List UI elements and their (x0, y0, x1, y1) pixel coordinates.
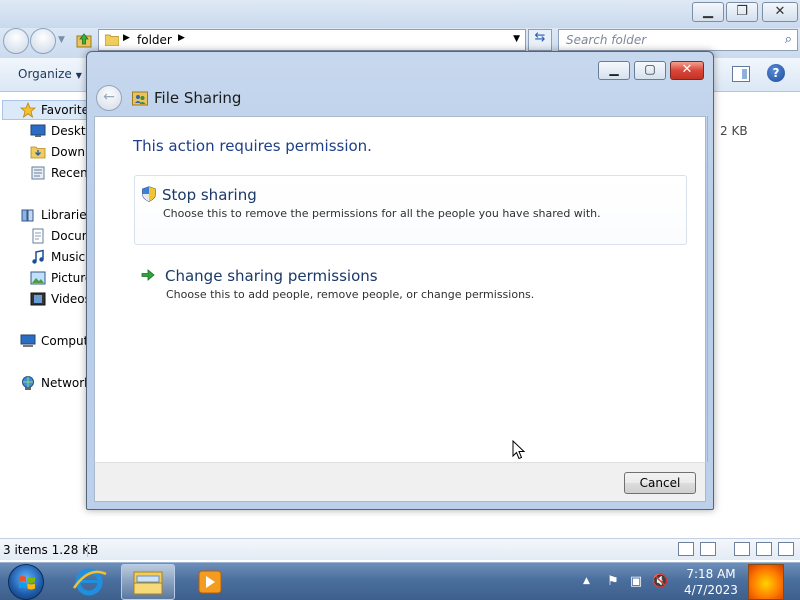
action-center-flag-icon[interactable]: ⚑ (605, 574, 621, 590)
maximize-icon: ▢ (644, 62, 656, 76)
folder-library-icon (133, 571, 163, 595)
stop-sharing-title: Stop sharing (162, 186, 257, 204)
computer-icon (20, 334, 36, 347)
dialog-content: This action requires permission. Stop sh… (94, 116, 706, 462)
back-arrow-icon: ← (103, 89, 115, 105)
file-size-cell: 2 KB (720, 124, 748, 138)
desktop-icon (30, 124, 46, 137)
user-flower-thumbnail[interactable] (748, 564, 784, 600)
address-dropdown-icon[interactable]: ▼ (513, 34, 520, 44)
navigation-pane: Favorites Deskto Downl Recent Libraries … (0, 92, 95, 537)
nav-label: Downl (51, 145, 89, 159)
change-sharing-permissions-command-link[interactable]: Change sharing permissions Choose this t… (134, 257, 687, 327)
explorer-minimize-button[interactable]: ▁ (692, 2, 724, 22)
start-button[interactable] (8, 564, 44, 600)
show-hidden-icons-icon[interactable]: ▲ (583, 576, 590, 586)
clock-date: 4/7/2023 (684, 583, 738, 597)
minimize-icon: ▁ (703, 4, 713, 19)
search-input[interactable]: Search folder ⌕ (558, 29, 798, 51)
taskbar-internet-explorer[interactable] (62, 564, 116, 600)
dialog-titlebar: ▁ ▢ ✕ ← File Sharing (87, 52, 713, 116)
details-view-icon[interactable] (678, 542, 694, 556)
clock-time: 7:18 AM (686, 567, 736, 581)
media-player-icon (198, 570, 222, 594)
nav-label: Network (41, 376, 92, 390)
address-bar[interactable]: ▶ folder ▶ ▼ (98, 29, 526, 51)
forward-button[interactable] (30, 28, 56, 54)
status-divider (87, 543, 88, 557)
volume-muted-icon[interactable]: 🔇 (652, 574, 668, 590)
nav-label: Videos (51, 292, 91, 306)
dialog-maximize-button[interactable]: ▢ (634, 61, 666, 80)
restore-icon: ❐ (736, 4, 748, 19)
star-icon (20, 102, 36, 118)
status-summary: 3 items 1.28 KB (3, 543, 99, 557)
search-icon: ⌕ (784, 32, 792, 47)
refresh-icon: ⇆ (534, 30, 546, 45)
nav-label: Music (51, 250, 86, 264)
recent-pages-dropdown-icon[interactable]: ▼ (58, 35, 65, 45)
dialog-back-button[interactable]: ← (96, 85, 122, 111)
dialog-edge-line (707, 116, 708, 462)
details-pane-icon[interactable] (778, 542, 794, 556)
dialog-footer: Cancel (94, 462, 706, 502)
pictures-icon (30, 271, 46, 285)
system-clock[interactable]: 7:18 AM 4/7/2023 (680, 566, 742, 598)
back-button[interactable] (3, 28, 29, 54)
preview-pane-icon[interactable] (756, 542, 772, 556)
taskbar: ▲ ⚑ ▣ 🔇 7:18 AM 4/7/2023 (0, 562, 800, 600)
organize-menu-button[interactable]: Organize ▼ (18, 67, 82, 81)
close-icon: ✕ (681, 62, 693, 77)
explorer-close-button[interactable]: ✕ (762, 2, 798, 22)
refresh-button[interactable]: ⇆ (528, 29, 552, 51)
up-folder-icon[interactable] (76, 32, 92, 48)
cancel-button[interactable]: Cancel (624, 472, 696, 494)
change-permissions-title: Change sharing permissions (165, 267, 378, 285)
change-permissions-description: Choose this to add people, remove people… (166, 288, 535, 301)
explorer-maximize-button[interactable]: ❐ (726, 2, 758, 22)
nav-label: Comput (41, 334, 89, 348)
windows-logo-icon (19, 576, 35, 590)
music-icon (32, 249, 44, 264)
recent-places-icon (31, 166, 45, 180)
dialog-main-instruction: This action requires permission. (133, 137, 372, 155)
folder-icon (105, 34, 119, 46)
stop-sharing-command-link[interactable]: Stop sharing Choose this to remove the p… (134, 175, 687, 245)
dialog-title: File Sharing (154, 89, 242, 107)
videos-icon (30, 292, 46, 306)
preview-pane-button[interactable] (732, 66, 750, 82)
dialog-close-button[interactable]: ✕ (670, 61, 704, 80)
breadcrumb-chevron-icon[interactable]: ▶ (178, 33, 185, 43)
minimize-icon: ▁ (609, 62, 619, 76)
layout-pane-icon[interactable] (734, 542, 750, 556)
explorer-titlebar: ▁ ❐ ✕ (0, 0, 800, 28)
internet-explorer-icon (72, 568, 107, 596)
uac-shield-icon (142, 186, 156, 202)
mouse-pointer-icon (512, 440, 526, 460)
documents-icon (32, 228, 44, 244)
network-tray-icon[interactable]: ▣ (628, 574, 644, 590)
downloads-folder-icon (30, 146, 46, 159)
breadcrumb-chevron-icon[interactable]: ▶ (123, 33, 130, 43)
close-icon: ✕ (774, 4, 786, 19)
stop-sharing-description: Choose this to remove the permissions fo… (163, 207, 601, 220)
breadcrumb-folder[interactable]: folder (137, 33, 172, 47)
search-placeholder: Search folder (566, 33, 647, 47)
taskbar-media-player[interactable] (182, 564, 236, 600)
network-icon (22, 376, 34, 390)
status-bar: 3 items 1.28 KB (0, 538, 800, 560)
file-sharing-people-icon (132, 91, 148, 106)
large-icons-view-icon[interactable] (700, 542, 716, 556)
green-arrow-icon (141, 269, 155, 281)
file-sharing-dialog: ▁ ▢ ✕ ← File Sharing This action require… (86, 51, 714, 510)
libraries-icon (21, 209, 34, 222)
chevron-down-icon: ▼ (75, 71, 82, 80)
organize-label: Organize (18, 67, 72, 81)
dialog-minimize-button[interactable]: ▁ (598, 61, 630, 80)
taskbar-windows-explorer[interactable] (121, 564, 175, 600)
help-icon[interactable]: ? (767, 64, 785, 82)
